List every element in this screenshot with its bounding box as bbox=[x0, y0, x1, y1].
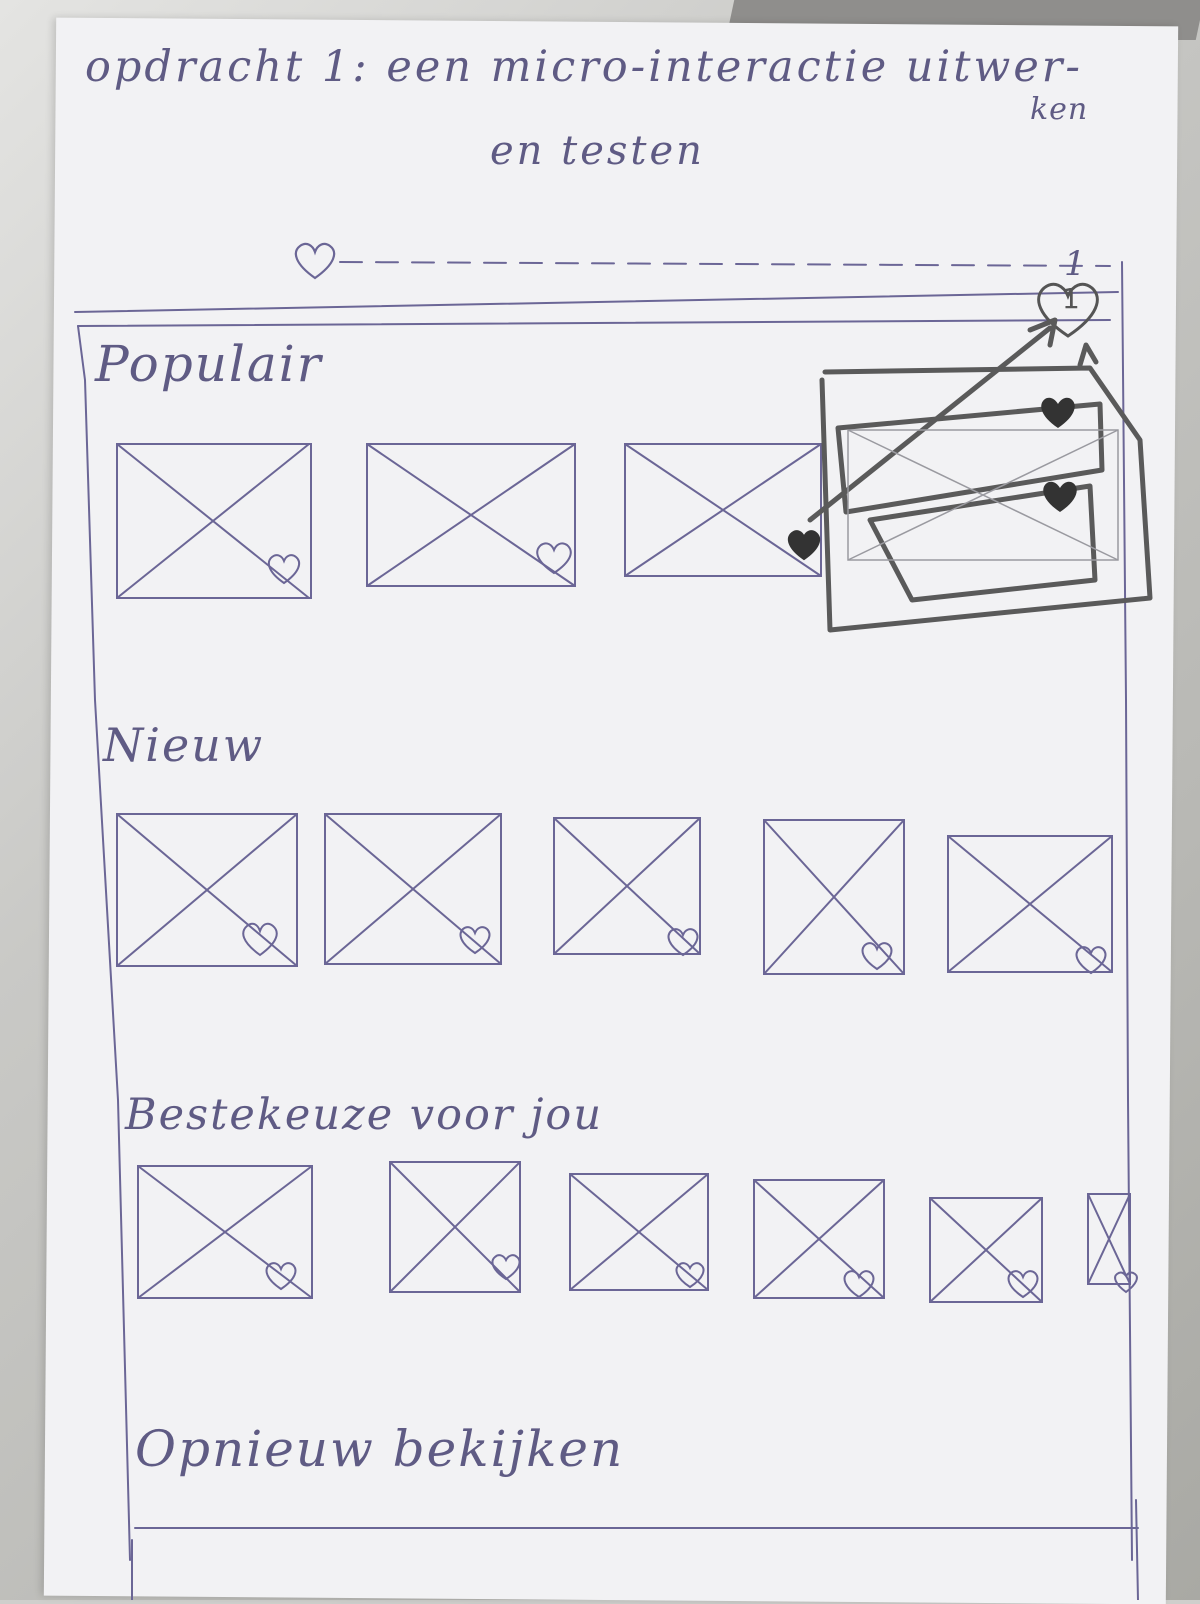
heart-icon[interactable] bbox=[488, 1252, 524, 1282]
heart-icon[interactable] bbox=[1072, 944, 1110, 976]
heart-icon[interactable] bbox=[262, 1260, 300, 1292]
heart-icon[interactable] bbox=[238, 920, 282, 958]
heart-icon[interactable] bbox=[1112, 1270, 1140, 1294]
heart-icon[interactable] bbox=[858, 940, 896, 972]
heart-icon[interactable] bbox=[1004, 1268, 1042, 1300]
heart-icon[interactable] bbox=[672, 1260, 708, 1290]
animation-sketch bbox=[807, 317, 1153, 633]
heart-icon[interactable] bbox=[456, 924, 494, 956]
heart-icon[interactable] bbox=[664, 926, 702, 958]
heart-icon[interactable] bbox=[840, 1268, 878, 1300]
